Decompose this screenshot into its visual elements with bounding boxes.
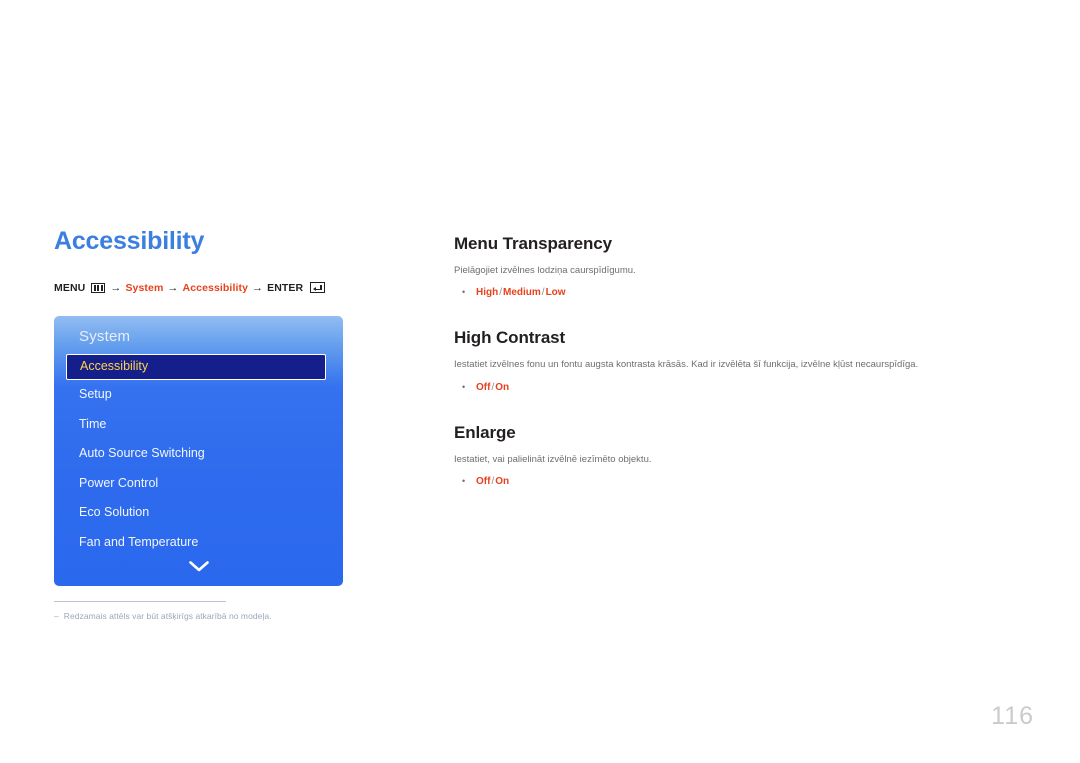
breadcrumb-step-accessibility: Accessibility: [182, 281, 249, 294]
section-high-contrast: High Contrast Iestatiet izvēlnes fonu un…: [454, 328, 1014, 392]
page-number: 116: [991, 702, 1034, 730]
breadcrumb-arrow-3: →: [252, 281, 264, 294]
osd-menu-item-power-control[interactable]: Power Control: [54, 469, 343, 499]
section-description: Iestatiet, vai palielināt izvēlnē iezīmē…: [454, 453, 652, 465]
section-heading: Enlarge: [454, 422, 516, 442]
osd-menu-item-time[interactable]: Time: [54, 410, 343, 440]
osd-menu-item-label: Power Control: [79, 475, 159, 490]
osd-menu-list: Accessibility Setup Time Auto Source Swi…: [54, 354, 343, 557]
osd-menu-item-setup[interactable]: Setup: [54, 380, 343, 410]
breadcrumb-arrow-1: →: [110, 281, 122, 294]
osd-menu-item-label: Fan and Temperature: [79, 534, 199, 549]
breadcrumb: MENU → System → Accessibility → ENTER: [54, 282, 354, 294]
page-title: Accessibility: [54, 227, 205, 255]
osd-menu-panel: System Accessibility Setup Time Auto Sou…: [54, 316, 343, 586]
section-menu-transparency: Menu Transparency Pielāgojiet izvēlnes l…: [454, 234, 1014, 298]
osd-menu-item-label: Eco Solution: [79, 505, 150, 519]
osd-panel-title: System: [79, 328, 131, 345]
osd-menu-item-auto-source-switching[interactable]: Auto Source Switching: [54, 439, 343, 469]
osd-menu-item-accessibility[interactable]: Accessibility: [66, 354, 326, 380]
osd-menu-item-label: Auto Source Switching: [79, 446, 205, 460]
breadcrumb-arrow-2: →: [167, 281, 179, 294]
footnote: – Redzamais attēls var būt atšķirīgs atk…: [54, 611, 354, 621]
option-list: • Off/On: [454, 476, 1014, 487]
breadcrumb-menu-label: MENU: [54, 281, 86, 294]
section-description: Pielāgojiet izvēlnes lodziņa caurspīdīgu…: [454, 265, 636, 276]
menu-grid-icon: [91, 282, 106, 293]
footnote-divider: [54, 601, 226, 603]
option-list: • High/Medium/Low: [454, 287, 1014, 298]
footnote-text: Redzamais attēls var būt atšķirīgs atkar…: [63, 611, 272, 622]
option-values: High/Medium/Low: [476, 287, 566, 298]
option-values: Off/On: [476, 382, 509, 393]
osd-menu-item-eco-solution[interactable]: Eco Solution: [54, 498, 343, 528]
chevron-down-icon[interactable]: [54, 560, 343, 578]
option-value: Off: [476, 475, 491, 487]
section-heading: High Contrast: [454, 328, 566, 348]
option-value: High: [476, 287, 499, 299]
option-list: • Off/On: [454, 382, 1014, 393]
option-values: Off/On: [476, 476, 509, 487]
enter-return-icon: [310, 282, 326, 293]
option-value: Off: [476, 381, 491, 393]
footnote-block: – Redzamais attēls var būt atšķirīgs atk…: [54, 601, 354, 621]
option-value: Low: [545, 287, 566, 299]
breadcrumb-enter-label: ENTER: [267, 281, 304, 294]
option-value: Medium: [503, 287, 541, 299]
option-value: On: [495, 475, 510, 487]
option-value: On: [495, 381, 510, 393]
section-enlarge: Enlarge Iestatiet, vai palielināt izvēln…: [454, 423, 1014, 487]
bullet-icon: •: [462, 475, 466, 486]
osd-menu-item-fan-and-temperature[interactable]: Fan and Temperature: [54, 528, 343, 558]
breadcrumb-step-system: System: [125, 281, 164, 294]
section-description: Iestatiet izvēlnes fonu un fontu augsta …: [454, 359, 919, 371]
footnote-dash: –: [54, 611, 59, 622]
bullet-icon: •: [462, 381, 466, 392]
right-column: Menu Transparency Pielāgojiet izvēlnes l…: [454, 234, 1014, 487]
osd-menu-item-label: Time: [79, 416, 107, 431]
osd-menu-item-label: Setup: [79, 387, 112, 401]
osd-menu-item-label: Accessibility: [80, 359, 149, 373]
bullet-icon: •: [462, 287, 466, 298]
left-column: Accessibility MENU → System → Accessibil…: [54, 227, 354, 294]
section-heading: Menu Transparency: [454, 234, 612, 253]
